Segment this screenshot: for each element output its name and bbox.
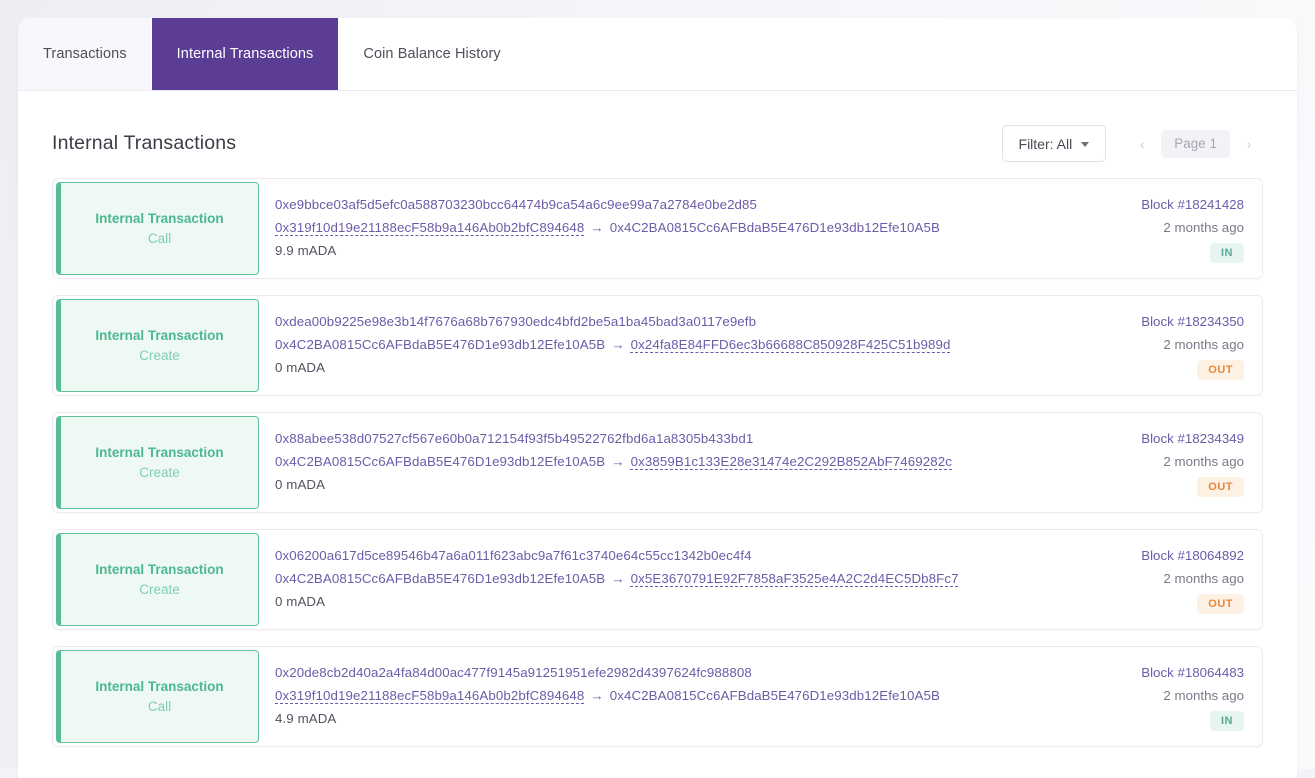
transaction-type-card: Internal Transaction Call	[56, 650, 259, 743]
from-address[interactable]: 0x319f10d19e21188ecF58b9a146Ab0b2bfC8946…	[275, 220, 584, 235]
transaction-meta: Block #18064483 2 months ago IN	[1077, 647, 1262, 746]
transaction-value: 0 mADA	[275, 594, 326, 609]
header-row: Internal Transactions Filter: All ‹ Page…	[52, 91, 1263, 172]
from-address: 0x4C2BA0815Cc6AFBdaB5E476D1e93db12Efe10A…	[275, 571, 606, 586]
arrow-right-icon: →	[590, 220, 604, 235]
transaction-type-subtype: Call	[147, 230, 172, 246]
transaction-type-subtype: Create	[139, 581, 180, 597]
from-address: 0x4C2BA0815Cc6AFBdaB5E476D1e93db12Efe10A…	[275, 454, 606, 469]
transaction-address-line: 0x4C2BA0815Cc6AFBdaB5E476D1e93db12Efe10A…	[275, 337, 1061, 352]
pagination-page-indicator[interactable]: Page 1	[1161, 129, 1230, 158]
transaction-value: 0 mADA	[275, 360, 326, 375]
arrow-right-icon: →	[611, 337, 625, 352]
body-area: Internal Transactions Filter: All ‹ Page…	[18, 91, 1297, 778]
transaction-type-card: Internal Transaction Create	[56, 416, 259, 509]
block-number-link[interactable]: Block #18234350	[1141, 314, 1244, 329]
to-address[interactable]: 0x5E3670791E92F7858aF3525e4A2C2d4EC5Db8F…	[631, 571, 959, 586]
transaction-type-card: Internal Transaction Create	[56, 533, 259, 626]
block-number-link[interactable]: Block #18064483	[1141, 665, 1244, 680]
transaction-type-card: Internal Transaction Create	[56, 299, 259, 392]
header-controls: Filter: All ‹ Page 1 ›	[1001, 125, 1263, 162]
to-address: 0x4C2BA0815Cc6AFBdaB5E476D1e93db12Efe10A…	[609, 220, 940, 235]
transaction-type-title: Internal Transaction	[95, 210, 224, 226]
transaction-type-subtype: Create	[139, 464, 180, 480]
transaction-type-title: Internal Transaction	[95, 327, 224, 343]
transaction-age: 2 months ago	[1163, 220, 1244, 235]
pagination-prev-button[interactable]: ‹	[1128, 130, 1156, 158]
transaction-details: 0x88abee538d07527cf567e60b0a712154f93f5b…	[259, 413, 1077, 512]
transaction-meta: Block #18241428 2 months ago IN	[1077, 179, 1262, 278]
page-background: Transactions Internal Transactions Coin …	[0, 0, 1315, 778]
tab-transactions-label: Transactions	[43, 46, 127, 62]
transaction-age: 2 months ago	[1163, 337, 1244, 352]
transaction-details: 0xe9bbce03af5d5efc0a588703230bcc64474b9c…	[259, 179, 1077, 278]
transaction-hash-link[interactable]: 0x20de8cb2d40a2a4fa84d00ac477f9145a91251…	[275, 665, 1061, 680]
tab-internal-transactions[interactable]: Internal Transactions	[151, 18, 339, 90]
chevron-left-icon: ‹	[1139, 135, 1145, 152]
transaction-age: 2 months ago	[1163, 688, 1244, 703]
transaction-address-line: 0x319f10d19e21188ecF58b9a146Ab0b2bfC8946…	[275, 688, 1061, 703]
transaction-value: 0 mADA	[275, 477, 326, 492]
filter-button[interactable]: Filter: All	[1001, 125, 1107, 162]
tab-coin-balance-history-label: Coin Balance History	[363, 46, 501, 62]
to-address[interactable]: 0x24fa8E84FFD6ec3b66688C850928F425C51b98…	[631, 337, 951, 352]
tab-transactions[interactable]: Transactions	[18, 18, 152, 90]
transaction-details: 0x06200a617d5ce89546b47a6a011f623abc9a7f…	[259, 530, 1077, 629]
status-badge: OUT	[1197, 477, 1244, 497]
transaction-hash-link[interactable]: 0x88abee538d07527cf567e60b0a712154f93f5b…	[275, 431, 1061, 446]
block-number-link[interactable]: Block #18234349	[1141, 431, 1244, 446]
block-number-link[interactable]: Block #18241428	[1141, 197, 1244, 212]
status-badge: OUT	[1197, 360, 1244, 380]
from-address: 0x4C2BA0815Cc6AFBdaB5E476D1e93db12Efe10A…	[275, 337, 606, 352]
tab-coin-balance-history[interactable]: Coin Balance History	[338, 18, 526, 90]
transaction-type-title: Internal Transaction	[95, 444, 224, 460]
tab-internal-transactions-label: Internal Transactions	[176, 46, 314, 62]
transaction-meta: Block #18234350 2 months ago OUT	[1077, 296, 1262, 395]
table-row: Internal Transaction Create 0x06200a617d5c…	[52, 529, 1263, 630]
transaction-type-card: Internal Transaction Call	[56, 182, 259, 275]
internal-transactions-list: Internal Transaction Call 0xe9bbce03af5d5e…	[52, 178, 1263, 763]
table-row: Internal Transaction Call 0x20de8cb2d40a2a…	[52, 646, 1263, 747]
transaction-age: 2 months ago	[1163, 454, 1244, 469]
transaction-hash-link[interactable]: 0x06200a617d5ce89546b47a6a011f623abc9a7f…	[275, 548, 1061, 563]
transaction-address-line: 0x4C2BA0815Cc6AFBdaB5E476D1e93db12Efe10A…	[275, 571, 1061, 586]
pagination-next-button[interactable]: ›	[1235, 130, 1263, 158]
transaction-details: 0x20de8cb2d40a2a4fa84d00ac477f9145a91251…	[259, 647, 1077, 746]
pagination-page-label: Page 1	[1174, 136, 1217, 151]
transaction-type-subtype: Create	[139, 347, 180, 363]
transaction-address-line: 0x4C2BA0815Cc6AFBdaB5E476D1e93db12Efe10A…	[275, 454, 1061, 469]
transaction-value: 9.9 mADA	[275, 243, 337, 258]
table-row: Internal Transaction Create 0xdea00b9225e9…	[52, 295, 1263, 396]
transaction-age: 2 months ago	[1163, 571, 1244, 586]
transaction-details: 0xdea00b9225e98e3b14f7676a68b767930edc4b…	[259, 296, 1077, 395]
transaction-hash-link[interactable]: 0xe9bbce03af5d5efc0a588703230bcc64474b9c…	[275, 197, 1061, 212]
arrow-right-icon: →	[611, 571, 625, 586]
transaction-meta: Block #18234349 2 months ago OUT	[1077, 413, 1262, 512]
block-number-link[interactable]: Block #18064892	[1141, 548, 1244, 563]
status-badge: IN	[1210, 243, 1244, 263]
table-row: Internal Transaction Call 0xe9bbce03af5d5e…	[52, 178, 1263, 279]
transaction-meta: Block #18064892 2 months ago OUT	[1077, 530, 1262, 629]
transaction-hash-link[interactable]: 0xdea00b9225e98e3b14f7676a68b767930edc4b…	[275, 314, 1061, 329]
status-badge: OUT	[1197, 594, 1244, 614]
transaction-type-title: Internal Transaction	[95, 561, 224, 577]
chevron-down-icon	[1081, 142, 1090, 147]
from-address[interactable]: 0x319f10d19e21188ecF58b9a146Ab0b2bfC8946…	[275, 688, 584, 703]
filter-button-label: Filter: All	[1018, 135, 1073, 152]
chevron-right-icon: ›	[1246, 135, 1252, 152]
status-badge: IN	[1210, 711, 1244, 731]
transaction-type-title: Internal Transaction	[95, 678, 224, 694]
transaction-address-line: 0x319f10d19e21188ecF58b9a146Ab0b2bfC8946…	[275, 220, 1061, 235]
arrow-right-icon: →	[611, 454, 625, 469]
pagination: ‹ Page 1 ›	[1128, 129, 1263, 158]
tab-bar: Transactions Internal Transactions Coin …	[18, 18, 1297, 91]
content-card: Transactions Internal Transactions Coin …	[18, 18, 1297, 778]
transaction-value: 4.9 mADA	[275, 711, 337, 726]
arrow-right-icon: →	[590, 688, 604, 703]
to-address: 0x4C2BA0815Cc6AFBdaB5E476D1e93db12Efe10A…	[609, 688, 940, 703]
transaction-type-subtype: Call	[147, 698, 172, 714]
table-row: Internal Transaction Create 0x88abee538d07…	[52, 412, 1263, 513]
to-address[interactable]: 0x3859B1c133E28e31474e2C292B852AbF746928…	[631, 454, 952, 469]
page-title: Internal Transactions	[52, 132, 237, 154]
